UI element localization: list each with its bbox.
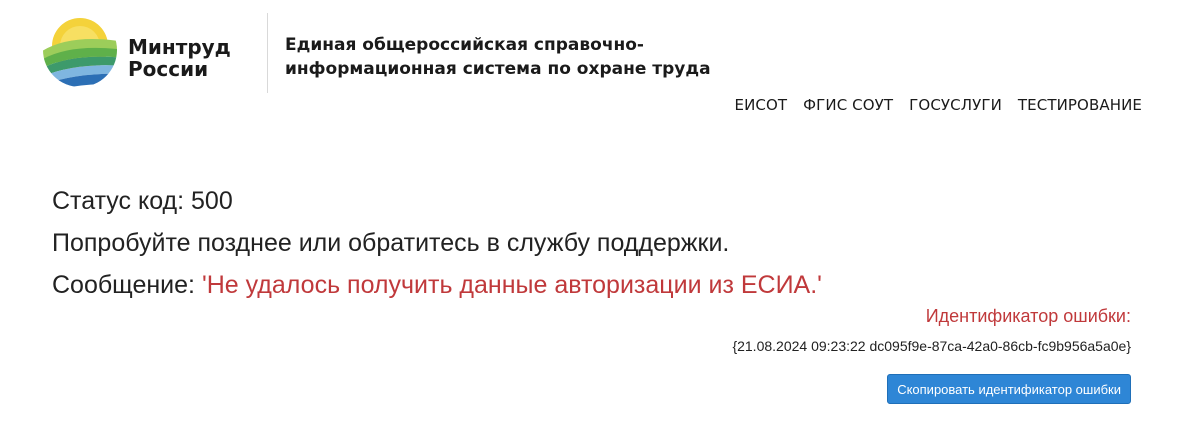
error-message: Сообщение: 'Не удалось получить данные а…	[52, 264, 1132, 306]
nav-link-fgis-sout[interactable]: ФГИС СОУТ	[803, 96, 893, 114]
nav-link-eisot[interactable]: ЕИСОТ	[735, 96, 788, 114]
copy-error-id-button[interactable]: Скопировать идентификатор ошибки	[887, 374, 1131, 404]
error-message-text: 'Не удалось получить данные авторизации …	[201, 271, 822, 299]
site-header: Минтруд России Единая общероссийская спр…	[0, 0, 1198, 130]
top-nav: ЕИСОТ ФГИС СОУТ ГОСУСЛУГИ ТЕСТИРОВАНИЕ	[735, 96, 1143, 114]
error-content: Статус код: 500 Попробуйте позднее или о…	[52, 180, 1132, 306]
header-divider	[267, 13, 268, 93]
error-id-value: {21.08.2024 09:23:22 dc095f9e-87ca-42a0-…	[732, 338, 1131, 354]
system-title-line2: информационная система по охране труда	[285, 59, 711, 79]
system-title-line1: Единая общероссийская справочно-	[285, 35, 644, 55]
nav-link-testirovanie[interactable]: ТЕСТИРОВАНИЕ	[1018, 96, 1142, 114]
logo-text[interactable]: Минтруд России	[128, 36, 248, 80]
advice-text: Попробуйте позднее или обратитесь в служ…	[52, 229, 730, 257]
nav-link-gosuslugi[interactable]: ГОСУСЛУГИ	[909, 96, 1002, 114]
logo-text-line2: России	[128, 57, 209, 81]
system-title: Единая общероссийская справочно- информа…	[285, 33, 765, 81]
mintrud-logo-icon[interactable]	[40, 12, 120, 88]
error-message-label: Сообщение:	[52, 271, 202, 299]
status-code: Статус код: 500	[52, 187, 233, 215]
logo-text-line1: Минтруд	[128, 35, 231, 59]
error-id-label: Идентификатор ошибки:	[925, 306, 1131, 326]
